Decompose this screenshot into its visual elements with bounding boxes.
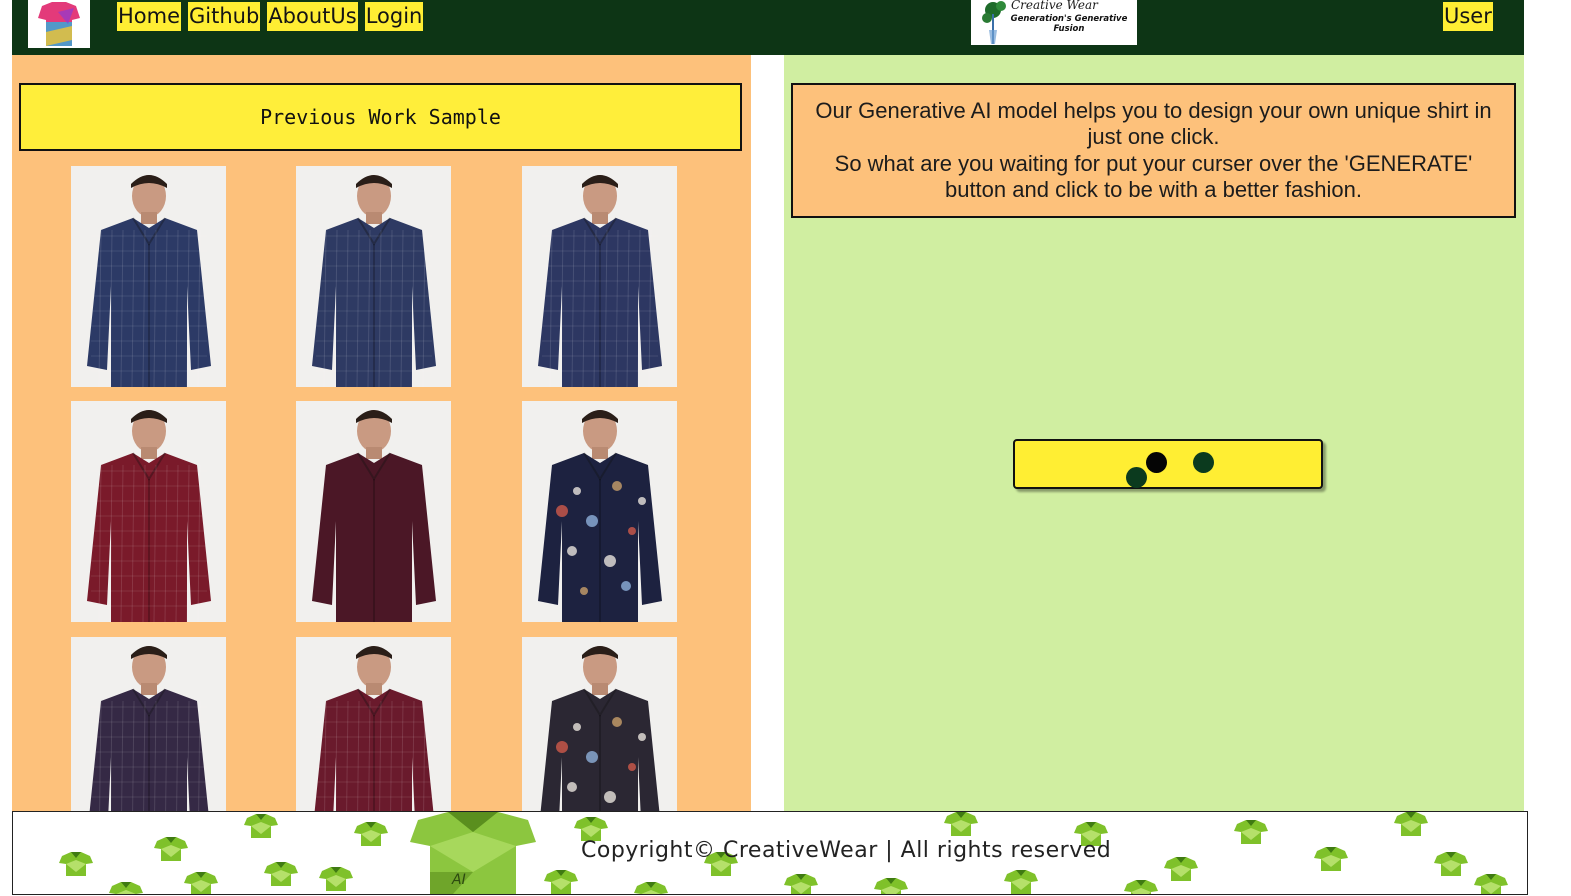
footer: AI Copyright© CreativeWear | All rights …	[12, 811, 1528, 895]
footer-tshirt-icon	[784, 874, 818, 894]
intro-line-1: Our Generative AI model helps you to des…	[815, 97, 1492, 150]
footer-tshirt-icon	[244, 814, 278, 838]
sample-shirt-image[interactable]	[296, 401, 451, 622]
footer-tshirt-icon	[544, 870, 578, 894]
ai-tshirt-icon: AI	[410, 812, 536, 894]
sample-shirt-image[interactable]	[522, 401, 677, 622]
user-menu-link[interactable]: User	[1443, 2, 1493, 31]
sample-shirt-image[interactable]	[71, 637, 226, 812]
footer-tshirt-icon	[184, 872, 218, 894]
footer-tshirt-icon	[634, 882, 668, 894]
loading-dot-icon	[1193, 452, 1214, 473]
footer-tshirt-icon	[319, 867, 353, 891]
footer-tshirt-icon	[1234, 820, 1268, 844]
tshirt-logo-icon[interactable]	[28, 0, 90, 48]
brand-logo: Creative Wear Generation's Generative Fu…	[971, 0, 1137, 45]
loading-dot-icon	[1146, 452, 1167, 473]
brand-tagline: Generation's Generative Fusion	[1010, 14, 1128, 34]
nav-home-link[interactable]: Home	[117, 2, 182, 31]
loading-dot-icon	[1126, 467, 1147, 488]
footer-tshirt-icon	[354, 822, 388, 846]
sample-shirt-image[interactable]	[296, 637, 451, 812]
brand-script: Creative Wear	[1011, 0, 1098, 12]
nav-aboutus-link[interactable]: AboutUs	[267, 2, 358, 31]
previous-work-panel: Previous Work Sample	[12, 55, 751, 812]
footer-tshirt-icon	[109, 882, 143, 894]
footer-tshirt-icon	[59, 852, 93, 876]
intro-line-2: So what are you waiting for put your cur…	[834, 150, 1473, 203]
previous-work-title: Previous Work Sample	[19, 83, 742, 151]
footer-tshirt-icon	[1474, 874, 1508, 894]
sample-shirt-image[interactable]	[522, 637, 677, 812]
footer-tshirt-icon	[264, 862, 298, 886]
nav-links: Home Github AboutUs Login	[117, 2, 424, 31]
sample-shirt-image[interactable]	[522, 166, 677, 387]
footer-tshirt-icon	[1124, 880, 1158, 894]
sample-shirt-image[interactable]	[296, 166, 451, 387]
generate-button[interactable]	[1013, 439, 1323, 489]
generator-panel: Our Generative AI model helps you to des…	[784, 55, 1524, 812]
footer-tshirt-icon	[1004, 870, 1038, 894]
footer-tshirt-icon	[1164, 857, 1198, 881]
intro-text-box: Our Generative AI model helps you to des…	[791, 83, 1516, 218]
footer-tshirt-icon	[874, 878, 908, 894]
footer-tshirt-icon	[1314, 847, 1348, 871]
footer-tshirt-icon	[1394, 812, 1428, 836]
footer-tshirt-icon	[154, 837, 188, 861]
copyright-text: Copyright© CreativeWear | All rights res…	[581, 838, 1112, 863]
sample-shirt-image[interactable]	[71, 401, 226, 622]
nav-login-link[interactable]: Login	[364, 2, 424, 31]
svg-text:AI: AI	[451, 872, 466, 888]
top-navbar: Home Github AboutUs Login Creative Wear …	[12, 0, 1524, 55]
footer-tshirt-icon	[1434, 852, 1468, 876]
sample-shirt-image[interactable]	[71, 166, 226, 387]
footer-tshirt-icon	[944, 812, 978, 836]
nav-github-link[interactable]: Github	[188, 2, 261, 31]
